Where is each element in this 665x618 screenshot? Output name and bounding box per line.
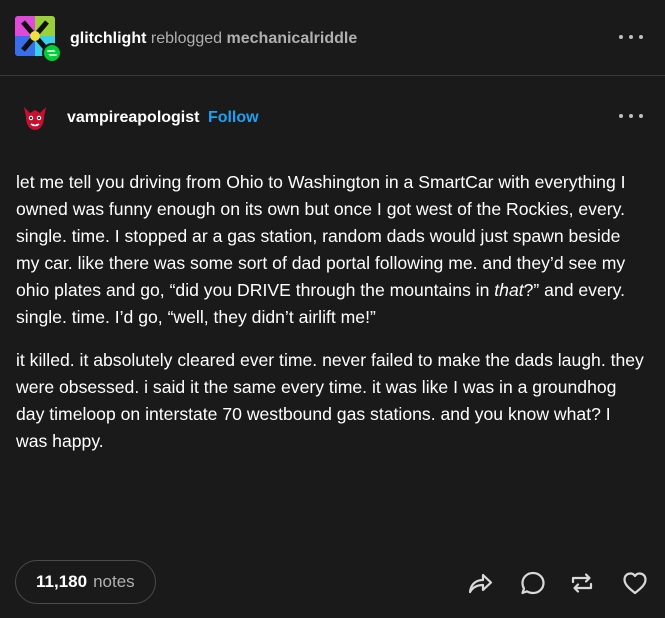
post-footer: 11,180 notes <box>0 558 665 608</box>
notes-button[interactable]: 11,180 notes <box>15 560 156 604</box>
notes-label: notes <box>93 572 135 591</box>
reblogger-name[interactable]: glitchlight <box>70 30 146 47</box>
author-row: vampireapologist Follow <box>0 98 665 138</box>
reblog-attribution: glitchlight reblogged mechanicalriddle <box>70 29 357 49</box>
reblog-icon <box>571 573 593 593</box>
post-paragraph-1: let me tell you driving from Ohio to Was… <box>16 169 646 331</box>
reply-button[interactable] <box>518 568 548 598</box>
post-body: let me tell you driving from Ohio to Was… <box>16 169 646 471</box>
more-horizontal-icon-dot <box>629 35 633 39</box>
author-name[interactable]: vampireapologist <box>67 109 199 126</box>
more-horizontal-icon <box>619 114 623 118</box>
heart-icon <box>623 572 647 595</box>
more-horizontal-icon-dot <box>639 35 643 39</box>
paragraph-1-italic: that <box>494 280 524 300</box>
share-button[interactable] <box>465 568 495 598</box>
like-button[interactable] <box>620 568 650 598</box>
author-avatar-image <box>24 107 46 130</box>
reblog-button[interactable] <box>567 568 597 598</box>
more-horizontal-icon-dot <box>639 114 643 118</box>
reblog-badge-icon <box>42 43 62 63</box>
notes-count: 11,180 <box>36 572 88 591</box>
share-arrow-icon <box>468 573 493 594</box>
author-avatar[interactable] <box>20 103 50 133</box>
more-options-button[interactable] <box>619 32 643 42</box>
post-card: glitchlight reblogged mechanicalriddle v… <box>0 0 665 618</box>
source-user-name[interactable]: mechanicalriddle <box>227 30 358 47</box>
reply-bubble-icon <box>521 571 545 595</box>
more-horizontal-icon-dot <box>629 114 633 118</box>
author-line: vampireapologist Follow <box>67 108 259 128</box>
follow-button[interactable]: Follow <box>208 109 259 126</box>
reblog-verb: reblogged <box>150 30 223 47</box>
post-paragraph-2: it killed. it absolutely cleared ever ti… <box>16 350 644 451</box>
more-horizontal-icon <box>619 35 623 39</box>
post-more-options-button[interactable] <box>619 111 643 121</box>
reblog-header: glitchlight reblogged mechanicalriddle <box>0 0 665 76</box>
